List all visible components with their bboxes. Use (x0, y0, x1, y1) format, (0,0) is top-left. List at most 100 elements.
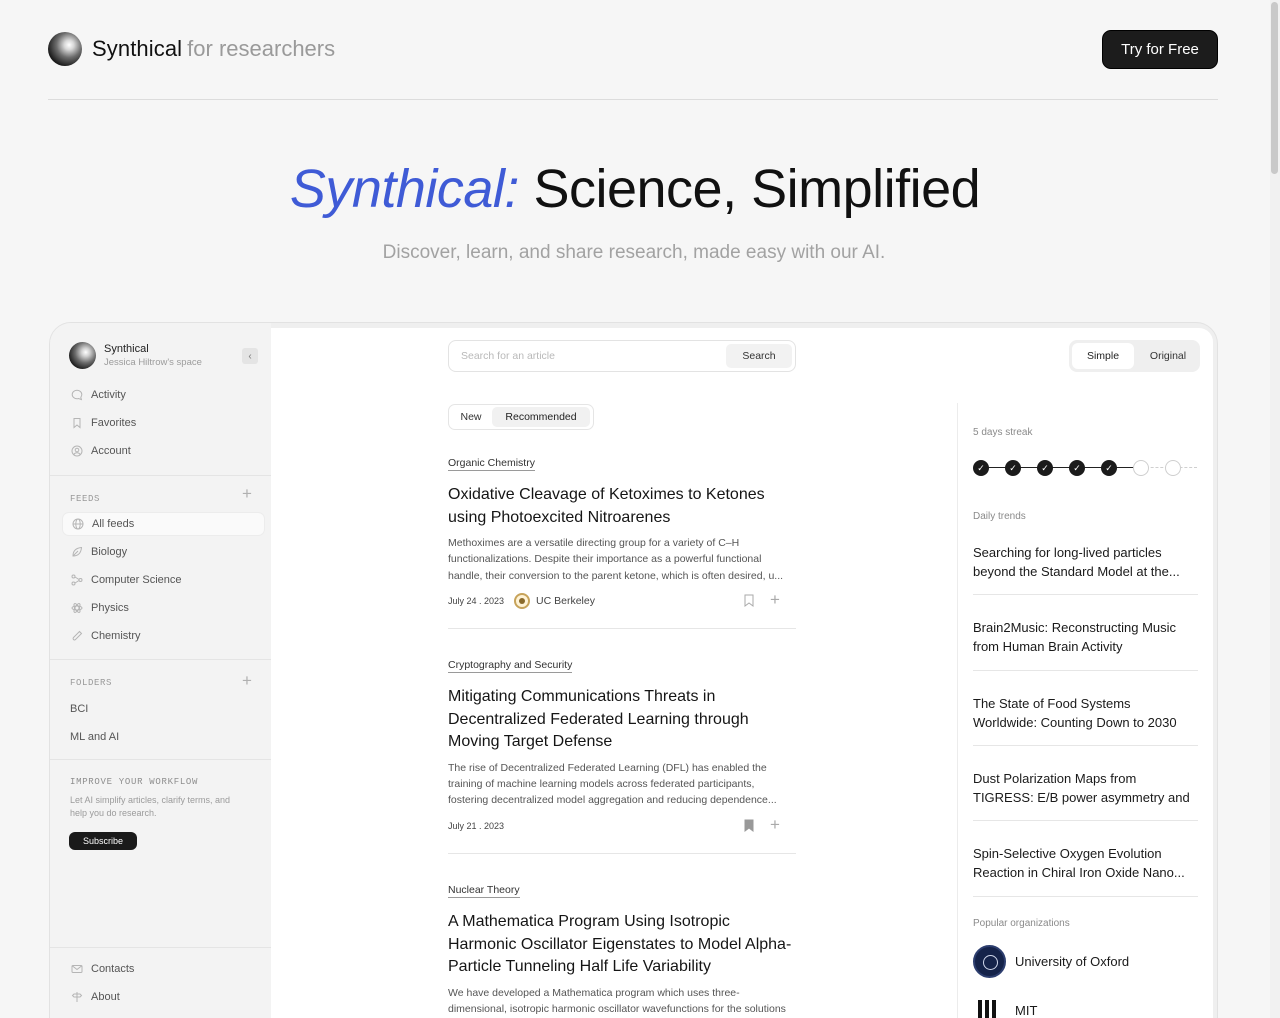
mit-logo-icon (973, 1000, 1006, 1018)
sidebar-item-label: About (91, 991, 120, 1003)
article-abstract: The rise of Decentralized Federated Lear… (448, 761, 777, 807)
article-title[interactable]: A Mathematica Program Using Isotropic Ha… (448, 911, 796, 979)
sidebar-item-label: Contacts (91, 963, 135, 975)
nodes-icon (70, 573, 84, 587)
add-to-folder-icon[interactable]: + (770, 815, 780, 834)
main-content: Search Simple Original New Recommended O… (271, 328, 1213, 1018)
bookmark-icon (70, 416, 84, 430)
article-date: July 24 . 2023 (448, 596, 505, 606)
signpost-icon (70, 990, 84, 1004)
hero-title-accent: Synthical: (289, 159, 520, 219)
organization-item[interactable]: University of Oxford (973, 945, 1129, 978)
check-icon: ✓ (977, 462, 985, 473)
view-mode-toggle: Simple Original (1069, 340, 1200, 372)
trend-item[interactable]: Dust Polarization Maps from TIGRESS: E/B… (973, 769, 1198, 807)
feeds-section-label: FEEDS (70, 494, 101, 504)
article-divider (448, 628, 796, 629)
streak-day-done: ✓ (1005, 460, 1021, 476)
collapse-sidebar-button[interactable]: ‹ (242, 348, 258, 364)
hero-title: Synthical: Science, Simplified (0, 158, 1270, 220)
right-column-divider (957, 403, 958, 1018)
hero-subtitle: Discover, learn, and share research, mad… (382, 242, 886, 263)
tab-new[interactable]: New (452, 407, 490, 427)
sidebar-item-computer-science[interactable]: Computer Science (62, 568, 265, 592)
article-category[interactable]: Cryptography and Security (448, 659, 573, 673)
article-category[interactable]: Nuclear Theory (448, 884, 520, 898)
folder-item[interactable]: ML and AI (70, 731, 119, 743)
tab-recommended[interactable]: Recommended (492, 407, 590, 427)
trend-item[interactable]: Spin-Selective Oxygen Evolution Reaction… (973, 844, 1198, 882)
check-icon: ✓ (1105, 462, 1113, 473)
search-button[interactable]: Search (726, 344, 792, 368)
sidebar-item-label: Favorites (91, 417, 137, 429)
promo-title: IMPROVE YOUR WORKFLOW (70, 777, 199, 787)
folders-section-label: FOLDERS (70, 678, 113, 688)
sidebar-item-contacts[interactable]: Contacts (62, 957, 265, 981)
trend-item[interactable]: The State of Food Systems Worldwide: Cou… (973, 694, 1198, 732)
article-card[interactable]: Cryptography and Security Mitigating Com… (448, 655, 796, 837)
article-meta: July 21 . 2023 + (448, 815, 796, 837)
try-for-free-button[interactable]: Try for Free (1102, 30, 1218, 69)
sidebar-item-favorites[interactable]: Favorites (62, 411, 265, 435)
sidebar-item-label: Activity (91, 389, 126, 401)
article-card[interactable]: Organic Chemistry Oxidative Cleavage of … (448, 453, 796, 612)
article-card[interactable]: Nuclear Theory A Mathematica Program Usi… (448, 880, 796, 1018)
page-scrollbar-thumb[interactable] (1271, 2, 1278, 174)
leaf-icon (70, 545, 84, 559)
workspace-avatar (69, 342, 96, 369)
hero-title-rest: Science, Simplified (533, 159, 981, 219)
article-meta: July 24 . 2023 UC Berkeley + (448, 590, 796, 612)
trend-divider (973, 594, 1198, 595)
streak-day-done: ✓ (1069, 460, 1085, 476)
uc-berkeley-seal-icon (514, 593, 531, 609)
add-feed-button[interactable]: + (242, 484, 252, 504)
sidebar-item-label: Physics (91, 602, 129, 614)
trend-divider (973, 670, 1198, 671)
article-category[interactable]: Organic Chemistry (448, 457, 535, 471)
globe-icon (71, 517, 85, 531)
sidebar-item-about[interactable]: About (62, 985, 265, 1009)
daily-trends-label: Daily trends (973, 511, 1026, 522)
streak-tracker: ✓ ✓ ✓ ✓ ✓ (973, 460, 1198, 476)
bookmark-icon[interactable] (744, 594, 754, 607)
folder-item[interactable]: BCI (70, 703, 88, 715)
search-input[interactable] (461, 341, 721, 371)
chat-icon (70, 388, 84, 402)
sidebar-item-account[interactable]: Account (62, 439, 265, 463)
user-icon (70, 444, 84, 458)
sidebar-item-label: Chemistry (91, 630, 141, 642)
streak-label: 5 days streak (973, 427, 1033, 438)
streak-day-done: ✓ (1101, 460, 1117, 476)
atom-icon (70, 601, 84, 615)
sidebar-item-label: Biology (91, 546, 128, 558)
oxford-crest-icon (973, 945, 1006, 978)
bookmark-filled-icon[interactable] (744, 819, 754, 832)
logo-mark-icon (48, 32, 82, 66)
article-organization[interactable]: UC Berkeley (536, 595, 595, 607)
workspace-switcher[interactable]: Synthical Jessica Hiltrow's space (69, 342, 202, 369)
subscribe-button[interactable]: Subscribe (69, 832, 137, 850)
mode-original-button[interactable]: Original (1139, 343, 1197, 369)
streak-day-pending (1165, 460, 1181, 476)
feed-tabs: New Recommended (448, 404, 594, 430)
article-title[interactable]: Mitigating Communications Threats in Dec… (448, 686, 796, 754)
sidebar-item-activity[interactable]: Activity (62, 383, 265, 407)
sidebar-item-chemistry[interactable]: Chemistry (62, 624, 265, 648)
sidebar-item-label: All feeds (92, 518, 135, 530)
add-folder-button[interactable]: + (242, 671, 252, 691)
logo[interactable]: Synthical for researchers (48, 32, 335, 66)
mode-simple-button[interactable]: Simple (1072, 343, 1134, 369)
streak-day-done: ✓ (1037, 460, 1053, 476)
sidebar-divider (50, 759, 271, 760)
sidebar-item-physics[interactable]: Physics (62, 596, 265, 620)
article-title[interactable]: Oxidative Cleavage of Ketoximes to Keton… (448, 484, 796, 529)
flask-icon (70, 629, 84, 643)
sidebar-item-all-feeds[interactable]: All feeds (62, 512, 265, 536)
organization-item[interactable]: MIT (973, 1000, 1037, 1018)
sidebar-item-biology[interactable]: Biology (62, 540, 265, 564)
article-abstract: Methoximes are a versatile directing gro… (448, 537, 784, 582)
add-to-folder-icon[interactable]: + (770, 591, 780, 609)
search-bar: Search (448, 340, 796, 372)
trend-item[interactable]: Searching for long-lived particles beyon… (973, 543, 1198, 581)
trend-item[interactable]: Brain2Music: Reconstructing Music from H… (973, 618, 1198, 656)
